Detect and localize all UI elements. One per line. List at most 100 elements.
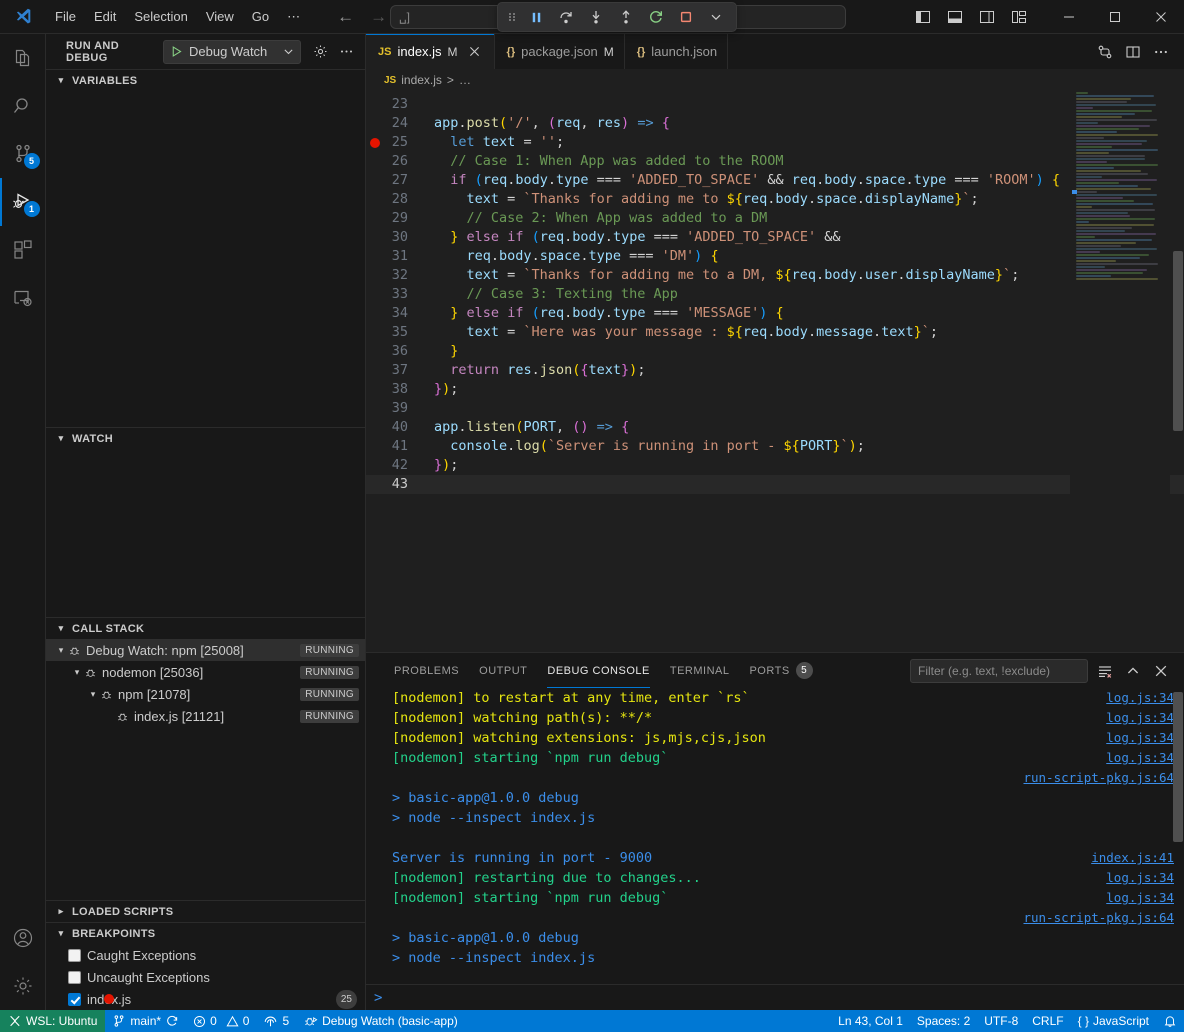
- line-number[interactable]: 38: [366, 380, 420, 399]
- console-scrollbar-thumb[interactable]: [1173, 692, 1183, 842]
- line-number[interactable]: 30: [366, 228, 420, 247]
- sidebar-more-actions-icon[interactable]: [335, 41, 357, 63]
- editor-tab-package-json[interactable]: {} package.json M: [495, 34, 625, 69]
- menu-go[interactable]: Go: [243, 6, 278, 27]
- clear-console-icon[interactable]: [1094, 660, 1116, 682]
- code-text[interactable]: app.listen(PORT, () => {: [434, 418, 629, 437]
- line-number[interactable]: 41: [366, 437, 420, 456]
- line-number[interactable]: 36: [366, 342, 420, 361]
- console-source-link[interactable]: run-script-pkg.js:64: [1023, 908, 1174, 928]
- activity-item-explorer[interactable]: [0, 34, 46, 82]
- close-icon[interactable]: [466, 43, 484, 61]
- menu-bar[interactable]: File Edit Selection View Go ⋯: [46, 6, 309, 28]
- stop-button[interactable]: [672, 5, 700, 29]
- console-source-link[interactable]: run-script-pkg.js:64: [1023, 768, 1174, 788]
- editor-more-actions-icon[interactable]: [1148, 39, 1174, 65]
- editor-tab-index-js[interactable]: JS index.js M: [366, 34, 495, 69]
- code-text[interactable]: let text = '';: [434, 133, 564, 152]
- step-over-button[interactable]: [552, 5, 580, 29]
- status-indentation[interactable]: Spaces: 2: [910, 1010, 977, 1032]
- menu-file[interactable]: File: [46, 6, 85, 27]
- toggle-primary-sidebar-icon[interactable]: [910, 4, 936, 30]
- sync-changes-icon[interactable]: [165, 1014, 179, 1028]
- code-line[interactable]: 35 text = `Here was your message : ${req…: [366, 323, 1184, 342]
- line-number[interactable]: 27: [366, 171, 420, 190]
- breadcrumb[interactable]: JS index.js > …: [366, 69, 1184, 91]
- line-number[interactable]: 33: [366, 285, 420, 304]
- console-source-link[interactable]: log.js:34: [1106, 688, 1174, 708]
- debug-toolbar[interactable]: [497, 2, 737, 32]
- chevron-up-icon[interactable]: [1122, 660, 1144, 682]
- console-source-link[interactable]: log.js:34: [1106, 748, 1174, 768]
- code-text[interactable]: }: [434, 342, 458, 361]
- editor-tab-launch-json[interactable]: {} launch.json: [625, 34, 728, 69]
- code-text[interactable]: });: [434, 380, 458, 399]
- editor-scrollbar[interactable]: [1170, 91, 1184, 652]
- go-forward-icon[interactable]: →: [370, 8, 387, 25]
- activity-item-remote-explorer[interactable]: [0, 274, 46, 322]
- code-text[interactable]: if (req.body.type === 'ADDED_TO_SPACE' &…: [434, 171, 1060, 190]
- call-stack-row[interactable]: index.js [21121] RUNNING: [46, 705, 365, 727]
- line-number[interactable]: 26: [366, 152, 420, 171]
- code-line[interactable]: 26 // Case 1: When App was added to the …: [366, 152, 1184, 171]
- step-into-button[interactable]: [582, 5, 610, 29]
- console-source-link[interactable]: log.js:34: [1106, 708, 1174, 728]
- menu-edit[interactable]: Edit: [85, 6, 125, 27]
- restart-button[interactable]: [642, 5, 670, 29]
- chevron-down-icon[interactable]: ▾: [54, 645, 68, 656]
- code-line[interactable]: 34 } else if (req.body.type === 'MESSAGE…: [366, 304, 1184, 323]
- line-number[interactable]: 34: [366, 304, 420, 323]
- line-number[interactable]: 28: [366, 190, 420, 209]
- line-number[interactable]: 37: [366, 361, 420, 380]
- line-number[interactable]: 43: [366, 475, 420, 494]
- code-line[interactable]: 36 }: [366, 342, 1184, 361]
- customize-layout-icon[interactable]: [1006, 4, 1032, 30]
- maximize-button[interactable]: [1092, 0, 1138, 34]
- step-out-button[interactable]: [612, 5, 640, 29]
- line-number[interactable]: 35: [366, 323, 420, 342]
- panel-tab-ports[interactable]: PORTS 5: [739, 653, 822, 688]
- code-line[interactable]: 25 let text = '';: [366, 133, 1184, 152]
- line-number[interactable]: 25: [366, 133, 420, 152]
- section-header-breakpoints[interactable]: ▾ BREAKPOINTS: [46, 922, 365, 944]
- code-line[interactable]: 32 text = `Thanks for adding me to a DM,…: [366, 266, 1184, 285]
- status-language-mode[interactable]: { } JavaScript: [1071, 1010, 1156, 1032]
- toggle-panel-icon[interactable]: [942, 4, 968, 30]
- code-line[interactable]: 43: [366, 475, 1184, 494]
- code-text[interactable]: } else if (req.body.type === 'MESSAGE') …: [434, 304, 784, 323]
- code-editor[interactable]: 2324app.post('/', (req, res) => {25 let …: [366, 91, 1184, 652]
- breakpoint-checkbox[interactable]: [68, 949, 81, 962]
- code-text[interactable]: } else if (req.body.type === 'ADDED_TO_S…: [434, 228, 841, 247]
- code-line[interactable]: 24app.post('/', (req, res) => {: [366, 114, 1184, 133]
- status-ports[interactable]: 5: [256, 1010, 296, 1032]
- code-text[interactable]: console.log(`Server is running in port -…: [434, 437, 865, 456]
- status-notifications[interactable]: [1156, 1010, 1184, 1032]
- code-line[interactable]: 27 if (req.body.type === 'ADDED_TO_SPACE…: [366, 171, 1184, 190]
- activity-item-run-and-debug[interactable]: 1: [0, 178, 46, 226]
- line-number[interactable]: 29: [366, 209, 420, 228]
- close-button[interactable]: [1138, 0, 1184, 34]
- go-back-icon[interactable]: ←: [337, 8, 354, 25]
- status-eol[interactable]: CRLF: [1025, 1010, 1070, 1032]
- panel-tab-problems[interactable]: PROBLEMS: [384, 653, 469, 688]
- editor-scrollbar-thumb[interactable]: [1173, 251, 1183, 431]
- code-line[interactable]: 23: [366, 95, 1184, 114]
- section-header-watch[interactable]: ▾ WATCH: [46, 427, 365, 449]
- menu-view[interactable]: View: [197, 6, 243, 27]
- open-launch-settings-gear-icon[interactable]: [309, 41, 331, 63]
- console-filter-input[interactable]: Filter (e.g. text, !exclude): [910, 659, 1088, 683]
- debug-more-chevron-icon[interactable]: [702, 5, 730, 29]
- status-remote-indicator[interactable]: WSL: Ubuntu: [0, 1010, 105, 1032]
- code-text[interactable]: return res.json({text});: [434, 361, 645, 380]
- drag-handle-icon[interactable]: [504, 9, 520, 25]
- launch-configuration-select[interactable]: Debug Watch: [163, 40, 301, 64]
- minimize-button[interactable]: [1046, 0, 1092, 34]
- section-header-call-stack[interactable]: ▾ CALL STACK: [46, 617, 365, 639]
- line-number[interactable]: 39: [366, 399, 420, 418]
- code-lines[interactable]: 2324app.post('/', (req, res) => {25 let …: [366, 91, 1184, 652]
- menu-more[interactable]: ⋯: [278, 6, 309, 28]
- code-text[interactable]: req.body.space.type === 'DM') {: [434, 247, 719, 266]
- split-editor-right-icon[interactable]: [1120, 39, 1146, 65]
- activity-item-settings[interactable]: [0, 962, 46, 1010]
- chevron-down-icon[interactable]: ▾: [70, 667, 84, 678]
